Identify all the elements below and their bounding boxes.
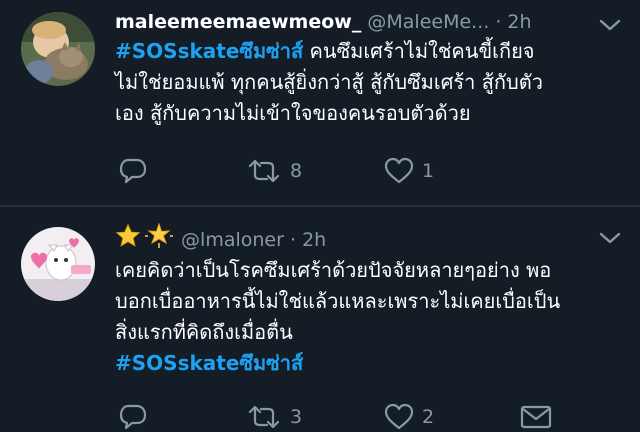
tweet-text-line: เอง สู้กับความไม่เข้าใจของคนรอบตัวด้วย <box>115 101 471 125</box>
avatar[interactable] <box>21 227 95 301</box>
tweet-actions: 8 1 <box>118 156 628 186</box>
separator: · <box>489 11 508 33</box>
direct-message-button[interactable] <box>520 402 552 432</box>
tweet-text: #SOSskateซึมซ่าส์ คนซึมเศร้าไม่ใช่คนขี้เ… <box>115 36 625 129</box>
tweet-header: maleemeemaewmeow_ @MaleeMe... · 2h <box>115 9 532 35</box>
display-name[interactable]: maleemeemaewmeow_ <box>115 11 361 33</box>
heart-icon <box>384 403 414 430</box>
tweet-1[interactable]: maleemeemaewmeow_ @MaleeMe... · 2h #SOSs… <box>0 0 640 206</box>
avatar[interactable] <box>21 12 95 86</box>
retweet-count: 8 <box>290 160 303 182</box>
user-handle: @lmaloner · 2h <box>181 229 326 251</box>
handle-text[interactable]: @lmaloner <box>181 229 284 251</box>
retweet-icon <box>248 159 280 183</box>
retweet-button[interactable]: 8 <box>246 156 302 186</box>
like-button[interactable]: 2 <box>384 402 434 432</box>
avatar-image <box>21 227 95 301</box>
tweet-text-line: เคยคิดว่าเป็นโรคซึมเศร้าด้วยปัจจัยหลายๆอ… <box>115 258 552 282</box>
tweet-text-line: สิ่งแรกที่คิดถึงเมื่อตื่น <box>115 320 293 344</box>
star-emoji-icon <box>115 222 173 256</box>
timestamp[interactable]: 2h <box>302 229 326 251</box>
tweet-text-line: ไม่ใช่ยอมแพ้ ทุกคนสู้ยิ่งกว่าสู้ สู้กับซ… <box>115 70 543 94</box>
hashtag-link[interactable]: #SOSskateซึมซ่าส์ <box>115 351 303 375</box>
reply-icon <box>119 404 147 430</box>
avatar-image <box>21 12 95 86</box>
like-count: 1 <box>422 160 435 182</box>
chevron-down-icon[interactable] <box>598 18 622 32</box>
handle-text[interactable]: @MaleeMe... <box>367 11 489 33</box>
retweet-button[interactable]: 3 <box>246 402 302 432</box>
like-button[interactable]: 1 <box>384 156 434 186</box>
envelope-icon <box>520 405 552 429</box>
tweet-actions: 3 2 <box>118 402 628 432</box>
tweet-text-line: บอกเบื่ออาหารนี้ไม่ใช่แล้วแหละเพราะไม่เค… <box>115 289 561 313</box>
chevron-down-icon[interactable] <box>598 231 622 245</box>
retweet-count: 3 <box>290 406 303 428</box>
retweet-icon <box>248 405 280 429</box>
reply-icon <box>119 158 147 184</box>
tweet-header: @lmaloner · 2h <box>115 222 326 256</box>
hashtag-link[interactable]: #SOSskateซึมซ่าส์ <box>115 39 303 63</box>
reply-button[interactable] <box>118 402 148 432</box>
tweet-2[interactable]: @lmaloner · 2h เคยคิดว่าเป็นโรคซึมเศร้าด… <box>0 207 640 432</box>
tweet-text: เคยคิดว่าเป็นโรคซึมเศร้าด้วยปัจจัยหลายๆอ… <box>115 255 625 379</box>
timestamp[interactable]: 2h <box>507 11 531 33</box>
heart-icon <box>384 157 414 184</box>
separator: · <box>283 229 303 251</box>
reply-button[interactable] <box>118 156 148 186</box>
tweet-text-line: คนซึมเศร้าไม่ใช่คนขี้เกียจ <box>303 39 535 63</box>
like-count: 2 <box>422 406 435 428</box>
user-handle: @MaleeMe... · 2h <box>367 11 531 33</box>
